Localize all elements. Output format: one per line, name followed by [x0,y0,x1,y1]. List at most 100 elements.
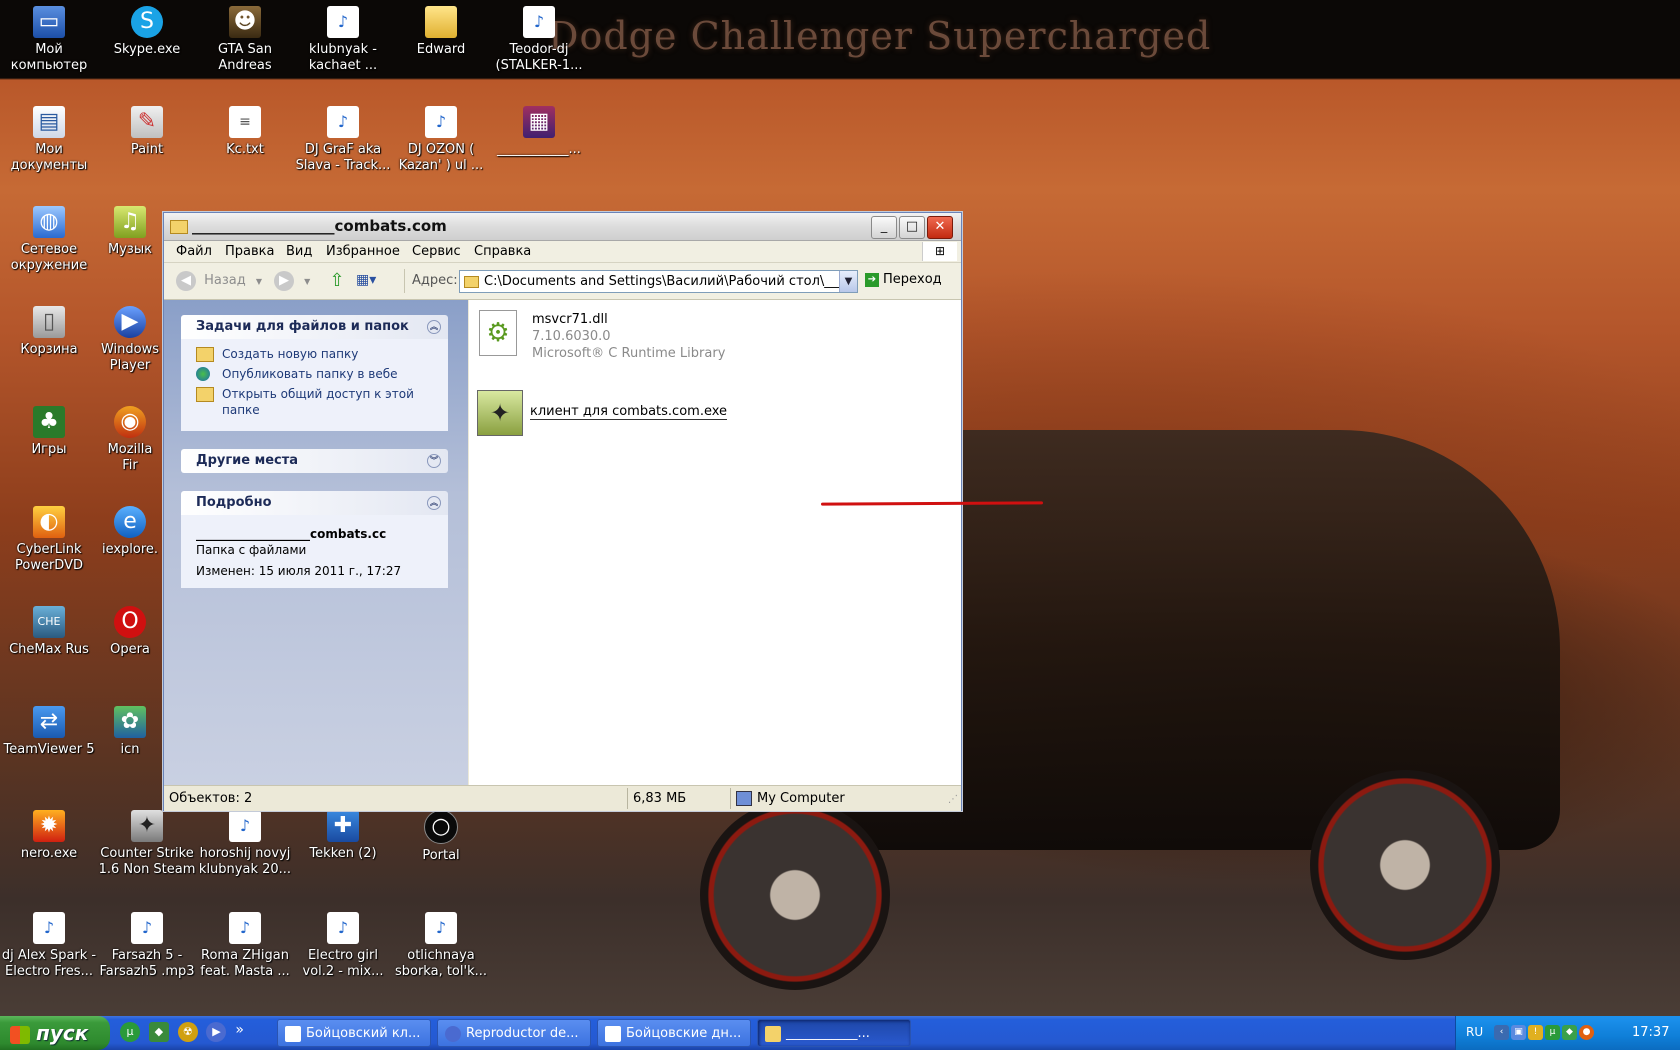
mp3-icon: ♪ [327,106,359,138]
desktop-icon-archive[interactable]: ▦ ___________... [490,106,588,158]
task-publish-web[interactable]: Опубликовать папку в вебе [196,366,434,382]
desktop-icon-skype[interactable]: S Skype.exe [98,6,196,58]
desktop-icon-opera[interactable]: O Opera [98,606,162,658]
close-button[interactable]: ✕ [927,216,953,239]
file-item-msvcr71[interactable]: ⚙ msvcr71.dll 7.10.6030.0 Microsoft® C R… [479,310,899,361]
task-new-folder[interactable]: Создать новую папку [196,346,434,362]
task-button-active[interactable]: ___________... [757,1019,911,1047]
file-item-client-exe[interactable]: ✦ клиент для combats.com.exe [477,390,897,436]
mp3-icon: ♪ [327,912,359,944]
back-button[interactable]: ◀ Назад ▼ [176,270,262,292]
menu-file[interactable]: Файл [176,244,212,259]
desktop-icon-icn[interactable]: ✿ icn [98,706,162,758]
menu-view[interactable]: Вид [286,244,312,259]
desktop-icon-horoshij[interactable]: ♪ horoshij novyj klubnyak 20... [196,810,294,878]
windows-logo-icon: ⊞ [922,242,957,261]
task-pane: Задачи для файлов и папок ︽ Создать нову… [164,300,468,785]
status-divider [730,788,731,809]
desktop-icon-dj-graf[interactable]: ♪ DJ GraF aka Slava - Track... [294,106,392,174]
update-icon[interactable]: ● [1579,1025,1594,1040]
details-panel: Подробно ︽ ___________________combats.cc… [181,491,448,588]
address-dropdown-button[interactable]: ▼ [839,271,857,292]
desktop-icon-firefox[interactable]: ◉ Mozilla Fir [98,406,162,474]
desktop-icon-otlichnaya[interactable]: ♪ otlichnaya sborka, tol'k... [392,912,490,980]
desktop-icon-gta[interactable]: ☻ GTA San Andreas [196,6,294,74]
desktop-icon-teamviewer[interactable]: ⇄ TeamViewer 5 [0,706,98,758]
desktop-icon-windows-player[interactable]: ▶ Windows Player [98,306,162,374]
media-player-icon[interactable]: ▶ [206,1022,227,1042]
folder-icon [765,1026,781,1042]
desktop-icon-chemax[interactable]: CHE CheMax Rus [0,606,98,658]
desktop-icon-powerdvd[interactable]: ◐ CyberLink PowerDVD [0,506,98,574]
details-header[interactable]: Подробно ︽ [181,491,448,515]
mp3-icon: ♪ [229,912,261,944]
details-modified: Изменен: 15 июля 2011 г., 17:27 [196,564,402,578]
desktop-icon-klubnyak[interactable]: ♪ klubnyak - kachaet ... [294,6,392,74]
desktop-icon-my-documents[interactable]: ▤ Мои документы [0,106,98,174]
arrow-icon[interactable]: ‹ [1494,1025,1509,1040]
address-input[interactable]: C:\Documents and Settings\Василий\Рабочи… [459,270,858,293]
desktop-icon-my-computer[interactable]: ▭ Мой компьютер [0,6,98,74]
desktop-icon-teodor[interactable]: ♪ Teodor-dj (STALKER-1... [490,6,588,74]
task-button[interactable]: Reproductor de... [437,1019,591,1047]
desktop-icon-edward[interactable]: Edward [392,6,490,58]
up-folder-button[interactable]: ⇧ [326,270,348,292]
menu-tools[interactable]: Сервис [412,244,461,259]
resize-grip-icon[interactable]: ⋰ [948,794,958,805]
network-icon[interactable]: ▣ [1511,1025,1526,1040]
warning-icon[interactable]: ! [1528,1025,1543,1040]
menu-favorites[interactable]: Избранное [326,244,400,259]
collapse-icon[interactable]: ︽ [427,496,441,510]
views-icon: ▦▾ [356,272,377,288]
expand-icon[interactable]: ︾ [427,454,441,468]
desktop-icon-nero[interactable]: ✹ nero.exe [0,810,98,862]
status-location: My Computer [736,791,845,806]
desktop-icon-counter-strike[interactable]: ✦ Counter Strike 1.6 Non Steam [98,810,196,878]
desktop-icon-recycle-bin[interactable]: ▯ Корзина [0,306,98,358]
desktop-icon-kc-txt[interactable]: ≡ Kc.txt [196,106,294,158]
menu-edit[interactable]: Правка [225,244,274,259]
menu-help[interactable]: Справка [474,244,531,259]
desktop-icon-farsazh[interactable]: ♪ Farsazh 5 - Farsazh5 .mp3 [98,912,196,980]
desktop-icon-music[interactable]: ♫ Музык [98,206,162,258]
security-icon[interactable]: ◆ [1562,1025,1577,1040]
task-share-folder[interactable]: Открыть общий доступ к этой папке [196,386,434,418]
language-indicator[interactable]: RU [1466,1025,1483,1039]
utorrent-icon[interactable]: µ [1545,1025,1560,1040]
back-arrow-icon: ◀ [176,270,196,291]
desktop-icon-portal[interactable]: ○ Portal [392,810,490,864]
window-titlebar[interactable]: ___________________combats.com _ □ ✕ [164,213,961,241]
file-list: ⚙ msvcr71.dll 7.10.6030.0 Microsoft® C R… [469,300,1044,785]
forward-button[interactable]: ▶ ▼ [274,270,310,292]
globe-icon [196,367,210,381]
desktop-icon-network[interactable]: ◍ Сетевое окружение [0,206,98,274]
shield-icon[interactable]: ◆ [148,1022,169,1042]
desktop-icon-alex-spark[interactable]: ♪ dj Alex Spark - Electro Fres... [0,912,98,980]
nero-icon: ✹ [33,810,65,842]
desktop-icon-roma-zhigan[interactable]: ♪ Roma ZHigan feat. Masta ... [196,912,294,980]
radiation-icon[interactable]: ☢ [177,1022,198,1042]
chevron-right-icon[interactable]: » [235,1022,244,1038]
status-bar: Объектов: 2 6,83 МБ My Computer ⋰ [164,785,961,811]
desktop-icon-electro-girl[interactable]: ♪ Electro girl vol.2 - mix... [294,912,392,980]
desktop-icon-dj-ozon[interactable]: ♪ DJ OZON ( Kazan' ) ul ... [392,106,490,174]
maximize-button[interactable]: □ [899,216,925,239]
go-button[interactable]: ➔ Переход [865,272,942,287]
utorrent-icon[interactable]: µ [120,1022,140,1042]
start-button[interactable]: пуск [0,1016,110,1050]
desktop-icon-iexplore[interactable]: e iexplore. [98,506,162,558]
desktop-icon-tekken[interactable]: ✚ Tekken (2) [294,810,392,862]
desktop-icon-paint[interactable]: ✎ Paint [98,106,196,158]
views-button[interactable]: ▦▾ [356,272,396,290]
task-button[interactable]: Бойцовский кл... [277,1019,431,1047]
collapse-icon[interactable]: ︽ [427,320,441,334]
task-button[interactable]: Бойцовские дн... [597,1019,751,1047]
close-icon: ✕ [934,219,946,234]
details-name: ___________________combats.cc [196,527,387,541]
portal-icon: ○ [424,810,458,844]
other-places-header[interactable]: Другие места ︾ [181,449,448,473]
wallpaper-wheel [1310,770,1500,960]
desktop-icon-games[interactable]: ♣ Игры [0,406,98,458]
file-tasks-header[interactable]: Задачи для файлов и папок ︽ [181,315,448,339]
minimize-button[interactable]: _ [871,216,897,239]
